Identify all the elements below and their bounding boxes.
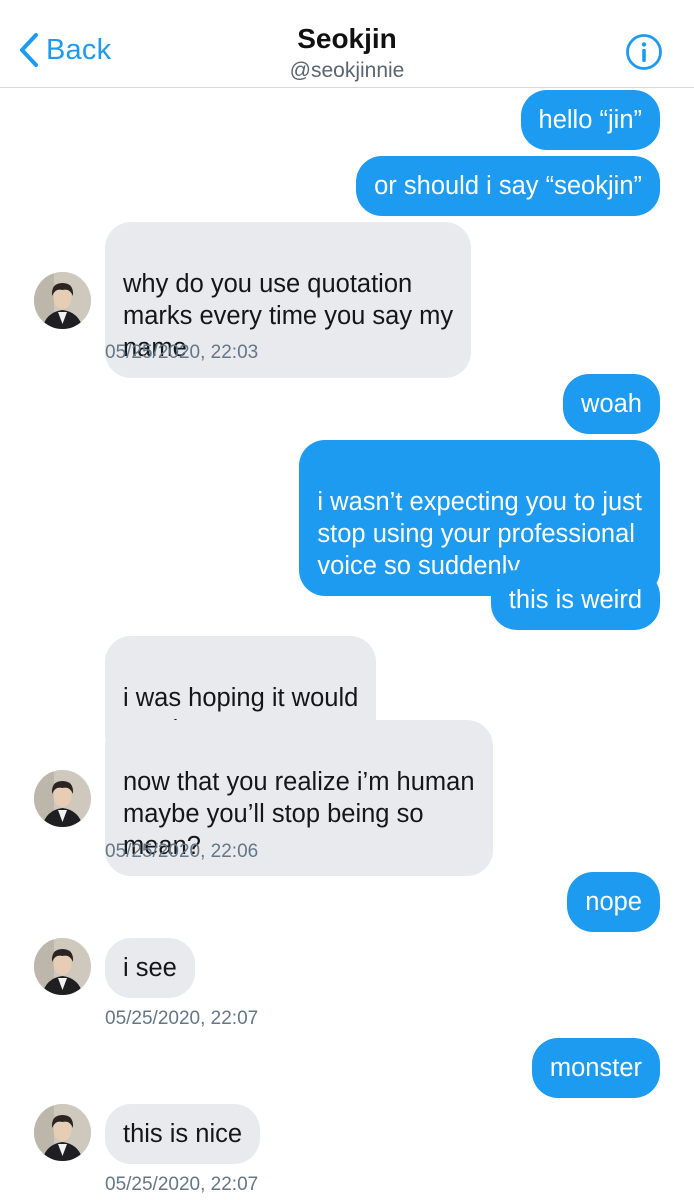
message-bubble-incoming[interactable]: i see [105,938,195,998]
message-text: this is weird [508,586,642,614]
conversation-handle: @seokjinnie [289,59,405,82]
conversation-title: Seokjin [297,23,397,54]
message-bubble-outgoing[interactable]: or should i say “seokjin” [356,156,660,216]
message-bubble-outgoing[interactable]: hello “jin” [520,90,660,150]
message-text: hello “jin” [538,106,642,134]
avatar-image [34,938,91,995]
message-bubble-outgoing[interactable]: woah [563,374,660,434]
conversation-header: Back Seokjin @seokjinnie [0,0,694,88]
message-timestamp: 05/25/2020, 22:07 [105,1008,259,1029]
message-text: this is nice [123,1120,243,1148]
message-bubble-outgoing[interactable]: nope [567,872,660,932]
avatar-image [34,770,91,827]
message-bubble-outgoing[interactable]: this is weird [490,570,660,630]
message-text: i wasn’t expecting you to just stop usin… [317,488,642,580]
message-timestamp: 05/25/2020, 22:07 [105,1174,259,1195]
conversation-title-block: Seokjin @seokjinnie [0,22,694,84]
message-bubble-outgoing[interactable]: monster [531,1038,660,1098]
message-timestamp: 05/25/2020, 22:03 [105,342,259,363]
message-timestamp: 05/25/2020, 22:06 [105,841,259,862]
avatar[interactable] [34,1104,91,1161]
message-bubble-incoming[interactable]: this is nice [105,1104,261,1164]
avatar-image [34,1104,91,1161]
message-text: nope [585,888,642,916]
avatar[interactable] [34,272,91,329]
message-text: monster [549,1054,642,1082]
message-text: or should i say “seokjin” [374,172,642,200]
avatar-image [34,272,91,329]
message-text: woah [581,390,642,418]
avatar[interactable] [34,938,91,995]
info-icon[interactable] [625,33,663,71]
message-text: i see [123,954,177,982]
avatar[interactable] [34,770,91,827]
